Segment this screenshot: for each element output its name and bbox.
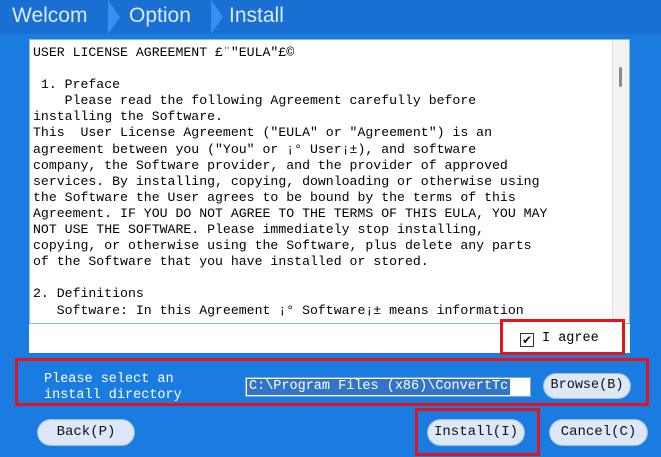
license-line: Software: In this Agreement ¡° Software¡… <box>33 302 524 318</box>
install-directory-label: Please select an install directory <box>44 372 182 403</box>
license-line: company, the Software provider, and the … <box>33 157 508 173</box>
license-text: USER LICENSE AGREEMENT £¨"EULA"£© 1. Pre… <box>33 45 613 319</box>
step-bar: Welcom Option Install <box>0 0 661 34</box>
license-agreement-panel[interactable]: USER LICENSE AGREEMENT £¨"EULA"£© 1. Pre… <box>29 39 630 324</box>
step-chevron-icon <box>108 0 120 34</box>
license-line <box>33 270 613 286</box>
browse-button[interactable]: Browse(B) <box>543 373 631 399</box>
back-button[interactable]: Back(P) <box>37 419 135 446</box>
agree-checkbox[interactable]: ✔ <box>520 333 534 347</box>
install-directory-value: C:\Program Files (x86)\ConvertTc <box>247 379 511 395</box>
install-directory-input[interactable]: C:\Program Files (x86)\ConvertTc <box>245 377 531 397</box>
license-line: copying, or otherwise using the Software… <box>33 238 532 254</box>
step-chevron-icon <box>211 0 223 34</box>
license-line: services. By installing, copying, downlo… <box>33 173 540 189</box>
agree-label[interactable]: I agree <box>542 331 599 346</box>
license-line: 1. Preface <box>33 77 121 93</box>
license-line: agreement between you ("You" or ¡° User¡… <box>33 141 477 157</box>
step-welcome: Welcom <box>12 4 88 27</box>
scrollbar-thumb[interactable] <box>619 67 622 87</box>
license-line: Please read the following Agreement care… <box>33 93 477 109</box>
step-option: Option <box>129 4 191 27</box>
step-install: Install <box>229 4 284 27</box>
install-directory-highlight: Please select an install directory C:\Pr… <box>15 358 649 406</box>
install-directory-row: Please select an install directory C:\Pr… <box>36 365 631 403</box>
cancel-button[interactable]: Cancel(C) <box>549 419 648 446</box>
license-line: installing the Software. <box>33 109 223 125</box>
license-line: USER LICENSE AGREEMENT £¨"EULA"£© <box>33 45 295 60</box>
license-line <box>33 61 613 77</box>
install-button[interactable]: Install(I) <box>427 419 525 446</box>
license-line: of the Software that you have installed … <box>33 254 429 270</box>
license-scrollbar[interactable] <box>612 40 629 323</box>
license-line: the Software the User agrees to be bound… <box>33 189 516 205</box>
license-line: NOT USE THE SOFTWARE. Please immediately… <box>33 222 485 238</box>
license-line: 2. Definitions <box>33 286 144 302</box>
license-line: This User License Agreement ("EULA" or "… <box>33 125 492 141</box>
agree-highlight: ✔ I agree <box>500 319 625 355</box>
license-line: Agreement. IF YOU DO NOT AGREE TO THE TE… <box>33 205 548 221</box>
